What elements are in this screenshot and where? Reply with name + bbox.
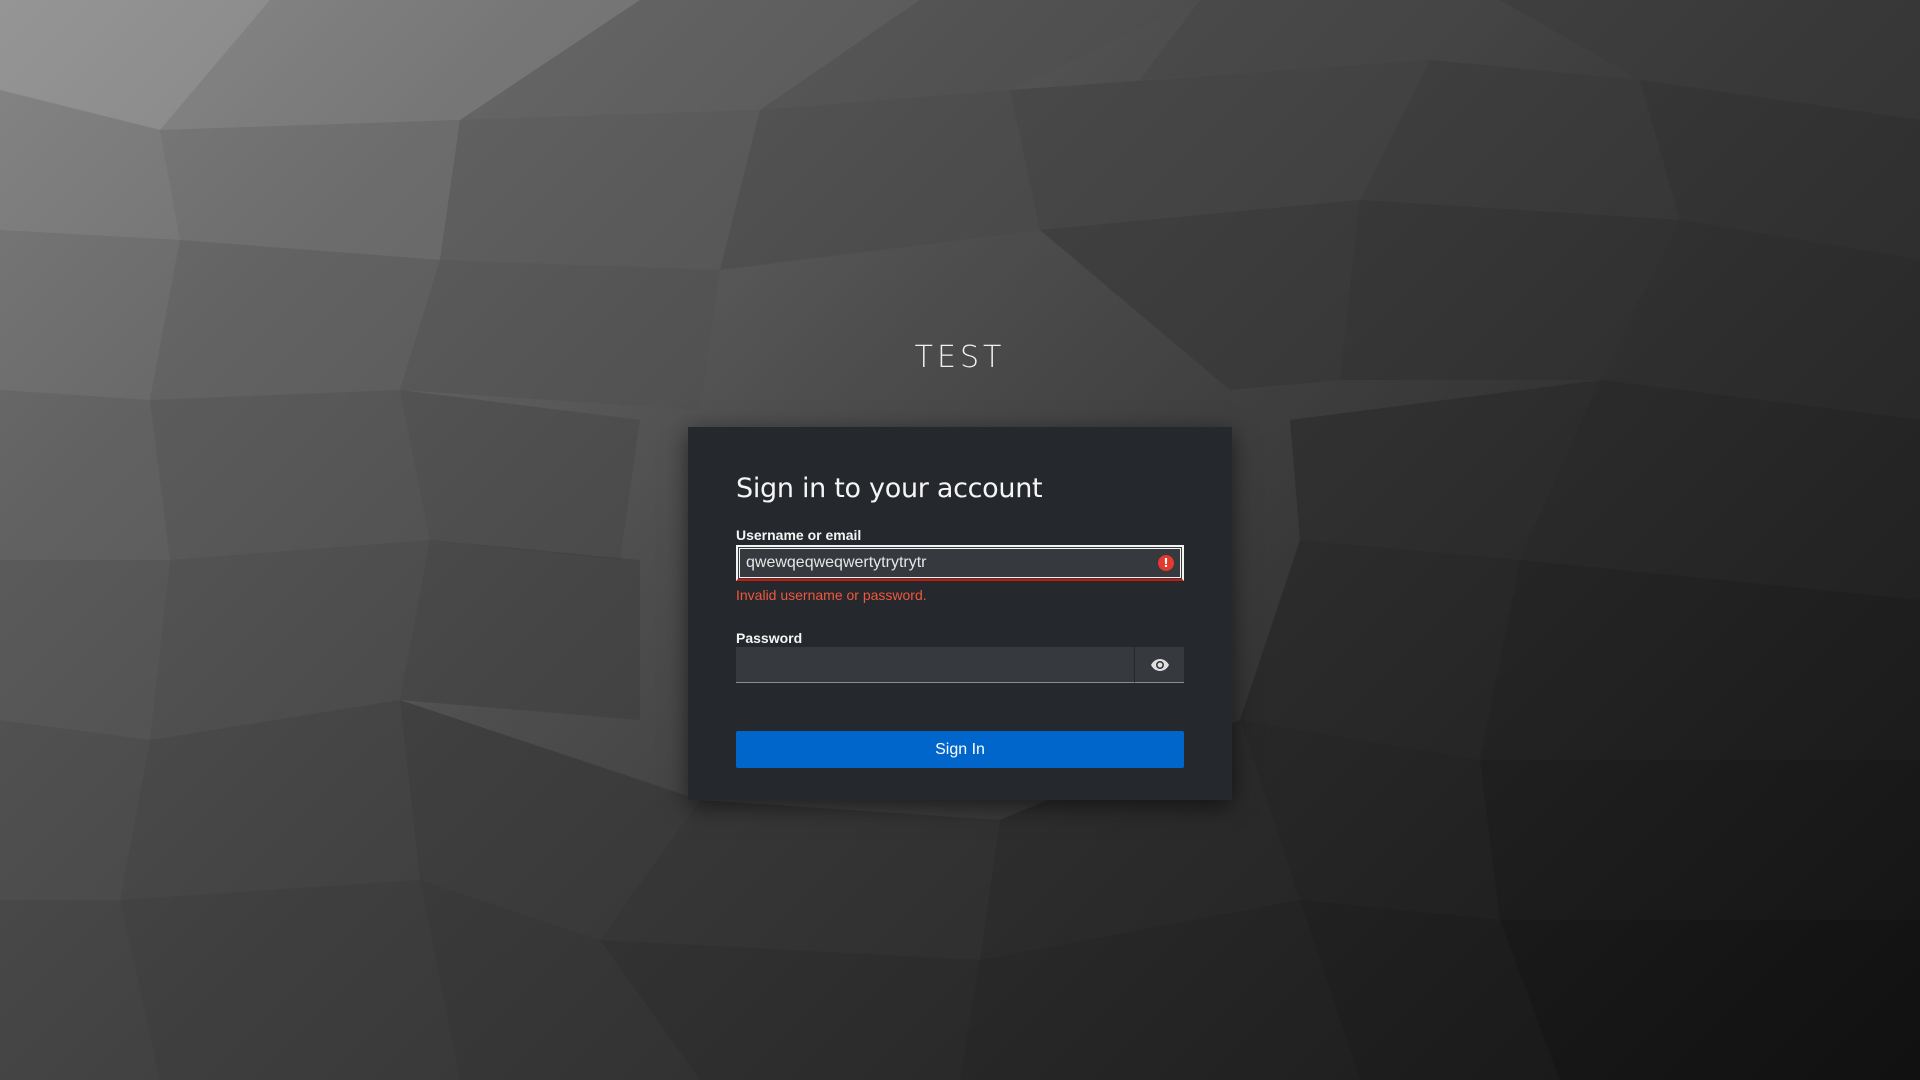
username-field-wrapper: ! [736, 545, 1184, 581]
page-title: Sign in to your account [736, 473, 1043, 504]
password-label: Password [736, 630, 803, 646]
error-message: Invalid username or password. [736, 587, 927, 603]
username-label: Username or email [736, 527, 862, 543]
username-input[interactable] [738, 548, 1158, 578]
brand-title: TEST [914, 340, 1006, 375]
eye-icon [1150, 658, 1169, 671]
password-field-wrapper [736, 647, 1134, 683]
exclamation-circle-icon: ! [1158, 555, 1174, 571]
sign-in-button[interactable]: Sign In [736, 731, 1184, 768]
password-input[interactable] [736, 647, 1134, 682]
login-card: Sign in to your account Username or emai… [688, 427, 1232, 800]
show-password-button[interactable] [1134, 647, 1184, 683]
